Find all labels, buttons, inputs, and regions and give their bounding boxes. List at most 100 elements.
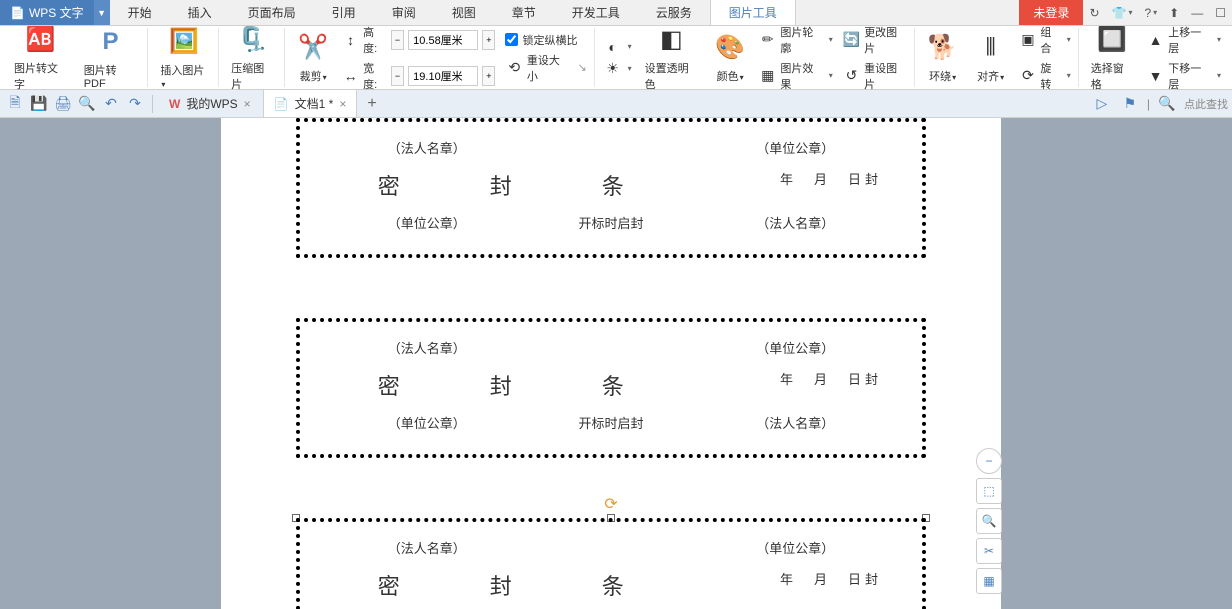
seal-block: （法人名章）（单位公章） 密封条年 月 日封 （单位公章）开标时启封（法人名章） bbox=[296, 318, 926, 458]
selection-pane-icon: 🔲 bbox=[1096, 24, 1128, 56]
height-inc[interactable]: + bbox=[482, 30, 495, 50]
rotate-icon: ⟳ bbox=[1020, 67, 1037, 85]
selected-picture[interactable]: ⟳ （法人名章）（单位公章） 密封条年 月 日封 （单位公章）开标时启封（法人名… bbox=[296, 518, 926, 609]
seal-block: （法人名章）（单位公章） 密封条年 月 日封 （单位公章）开标时启封（法人名章） bbox=[296, 118, 926, 258]
reset-size-icon: ⟲ bbox=[505, 59, 522, 77]
float-crop-button[interactable]: ✂ bbox=[976, 538, 1002, 564]
add-tab-button[interactable]: + bbox=[359, 95, 384, 113]
redo-icon[interactable]: ↷ bbox=[124, 93, 146, 115]
height-icon: ↕ bbox=[342, 31, 359, 49]
menu-insert[interactable]: 插入 bbox=[170, 0, 230, 25]
float-more-button[interactable]: ▦ bbox=[976, 568, 1002, 594]
rotate-handle[interactable]: ⟳ bbox=[604, 494, 617, 514]
compress-picture-button[interactable]: 🗜️ 压缩图片 bbox=[225, 22, 280, 94]
insert-picture-icon: 🖼️ bbox=[168, 26, 200, 58]
align-icon: ⫴ bbox=[975, 32, 1007, 64]
float-layout-button[interactable]: ⬚ bbox=[976, 478, 1002, 504]
pic-to-pdf-icon: P bbox=[95, 26, 127, 58]
menu-page-layout[interactable]: 页面布局 bbox=[230, 0, 314, 25]
wps-logo-icon: W bbox=[169, 97, 180, 111]
bring-forward-button[interactable]: ▲ 上移一层▾ bbox=[1144, 23, 1224, 57]
width-inc[interactable]: + bbox=[482, 66, 495, 86]
crop-icon: ✂️ bbox=[297, 32, 329, 64]
width-icon: ↔ bbox=[342, 67, 359, 85]
change-picture-icon: 🔄 bbox=[843, 31, 860, 49]
tab-my-wps[interactable]: W 我的WPS × bbox=[159, 90, 261, 117]
document-area[interactable]: （法人名章）（单位公章） 密封条年 月 日封 （单位公章）开标时启封（法人名章）… bbox=[0, 118, 1232, 609]
width-row: ↔ 宽度: − + bbox=[339, 59, 498, 93]
new-icon[interactable]: 🗎 bbox=[4, 93, 26, 115]
menubar: 📄 WPS 文字 ▼ 开始 插入 页面布局 引用 审阅 视图 章节 开发工具 云… bbox=[0, 0, 1232, 26]
reset-picture-button[interactable]: ↺ 重设图片 bbox=[840, 59, 910, 93]
align-button[interactable]: ⫴ 对齐▾ bbox=[969, 30, 1013, 86]
help-icon[interactable]: ?▾ bbox=[1138, 0, 1163, 25]
lock-aspect-row[interactable]: 锁定纵横比 bbox=[502, 31, 589, 49]
picture-float-toolbar: − ⬚ 🔍 ✂ ▦ bbox=[976, 448, 1002, 594]
compress-picture-icon: 🗜️ bbox=[237, 24, 269, 56]
reset-size-button[interactable]: ⟲ 重设大小 ↘ bbox=[502, 51, 589, 85]
upload-icon[interactable]: ⬆ bbox=[1163, 0, 1185, 25]
minimize-icon[interactable]: — bbox=[1185, 0, 1209, 25]
wrap-icon: 🐕 bbox=[927, 32, 959, 64]
group-button[interactable]: ▣ 组合▾ bbox=[1017, 23, 1074, 57]
picture-outline-button[interactable]: ✏ 图片轮廓▾ bbox=[756, 23, 836, 57]
brightness-button[interactable]: ☀▾ bbox=[601, 59, 635, 79]
float-remove-button[interactable]: − bbox=[976, 448, 1002, 474]
set-transparent-button[interactable]: ◧ 设置透明色 bbox=[639, 22, 704, 94]
pic-to-text-button[interactable]: 🆎 图片转文字 bbox=[8, 22, 74, 94]
wrap-button[interactable]: 🐕 环绕▾ bbox=[921, 30, 965, 86]
send-backward-button[interactable]: ▼ 下移一层▾ bbox=[1144, 59, 1224, 93]
width-input[interactable] bbox=[408, 66, 478, 86]
menu-picture-tools[interactable]: 图片工具 bbox=[710, 0, 796, 25]
crop-button[interactable]: ✂️ 裁剪▾ bbox=[291, 30, 335, 86]
menu-start[interactable]: 开始 bbox=[110, 0, 170, 25]
menu-developer[interactable]: 开发工具 bbox=[554, 0, 638, 25]
menu-cloud[interactable]: 云服务 bbox=[638, 0, 710, 25]
nav-icon[interactable]: ▷ bbox=[1091, 93, 1113, 115]
height-input[interactable] bbox=[408, 30, 478, 50]
menu-view[interactable]: 视图 bbox=[434, 0, 494, 25]
search-hint[interactable]: 点此查找 bbox=[1184, 96, 1228, 112]
seal-block: （法人名章）（单位公章） 密封条年 月 日封 （单位公章）开标时启封（法人名章） bbox=[296, 518, 926, 609]
login-button[interactable]: 未登录 bbox=[1019, 0, 1083, 25]
change-picture-button[interactable]: 🔄 更改图片 bbox=[840, 23, 910, 57]
ribbon: 🆎 图片转文字 P 图片转PDF 🖼️ 插入图片▾ 🗜️ 压缩图片 ✂️ 裁剪▾… bbox=[0, 26, 1232, 90]
menu-section[interactable]: 章节 bbox=[494, 0, 554, 25]
close-tab-mywps[interactable]: × bbox=[244, 97, 251, 111]
flag-icon[interactable]: ⚑ bbox=[1119, 93, 1141, 115]
menu-review[interactable]: 审阅 bbox=[374, 0, 434, 25]
height-label: 高度: bbox=[363, 24, 387, 56]
bring-forward-icon: ▲ bbox=[1147, 31, 1164, 49]
float-zoom-button[interactable]: 🔍 bbox=[976, 508, 1002, 534]
app-name: WPS 文字 bbox=[29, 4, 84, 21]
maximize-icon[interactable]: ☐ bbox=[1209, 0, 1232, 25]
height-dec[interactable]: − bbox=[391, 30, 404, 50]
contrast-button[interactable]: ◐▾ bbox=[601, 37, 635, 57]
tab-doc-1[interactable]: 📄 文档1 * × bbox=[263, 90, 358, 117]
width-label: 宽度: bbox=[363, 60, 387, 92]
set-transparent-icon: ◧ bbox=[655, 24, 687, 56]
pic-to-pdf-button[interactable]: P 图片转PDF bbox=[78, 24, 144, 92]
save-icon[interactable]: 💾 bbox=[28, 93, 50, 115]
reset-picture-icon: ↺ bbox=[843, 67, 860, 85]
tshirt-icon[interactable]: 👕▾ bbox=[1106, 0, 1139, 25]
search-icon[interactable]: 🔍 bbox=[1156, 93, 1178, 115]
pic-to-text-icon: 🆎 bbox=[25, 24, 57, 56]
menu-references[interactable]: 引用 bbox=[314, 0, 374, 25]
width-dec[interactable]: − bbox=[391, 66, 404, 86]
outline-icon: ✏ bbox=[759, 31, 776, 49]
page: （法人名章）（单位公章） 密封条年 月 日封 （单位公章）开标时启封（法人名章）… bbox=[221, 118, 1001, 609]
close-tab-doc1[interactable]: × bbox=[339, 97, 346, 111]
app-dropdown[interactable]: ▼ bbox=[94, 0, 110, 25]
print-icon[interactable]: 🖨 bbox=[52, 93, 74, 115]
rotate-button[interactable]: ⟳ 旋转▾ bbox=[1017, 59, 1074, 93]
print-preview-icon[interactable]: 🔍 bbox=[76, 93, 98, 115]
undo-icon[interactable]: ↶ bbox=[100, 93, 122, 115]
insert-picture-button[interactable]: 🖼️ 插入图片▾ bbox=[154, 24, 214, 92]
color-button[interactable]: 🎨 颜色▾ bbox=[708, 30, 752, 86]
lock-aspect-checkbox[interactable] bbox=[505, 33, 518, 46]
effects-icon: ▦ bbox=[759, 67, 776, 85]
picture-effects-button[interactable]: ▦ 图片效果▾ bbox=[756, 59, 836, 93]
selection-pane-button[interactable]: 🔲 选择窗格 bbox=[1085, 22, 1140, 94]
sync-icon[interactable]: ↻ bbox=[1083, 0, 1105, 25]
